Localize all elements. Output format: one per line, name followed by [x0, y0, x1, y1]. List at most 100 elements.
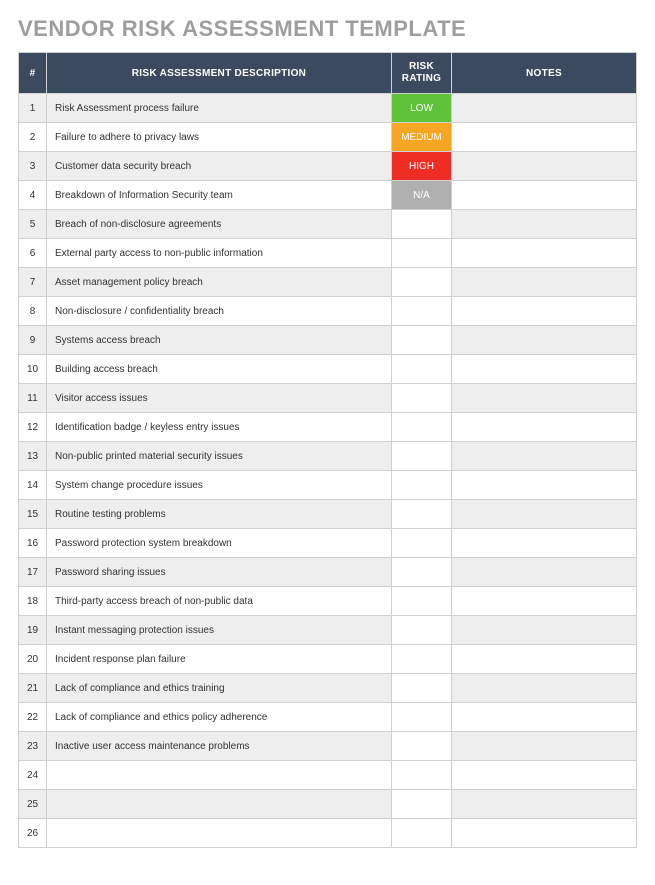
cell-notes — [452, 500, 637, 529]
cell-desc: Risk Assessment process failure — [47, 94, 392, 123]
cell-desc: Building access breach — [47, 355, 392, 384]
cell-rating — [392, 210, 452, 239]
cell-desc: Non-public printed material security iss… — [47, 442, 392, 471]
cell-num: 20 — [19, 645, 47, 674]
cell-desc: Visitor access issues — [47, 384, 392, 413]
cell-rating — [392, 645, 452, 674]
cell-num: 17 — [19, 558, 47, 587]
cell-notes — [452, 239, 637, 268]
table-row: 19Instant messaging protection issues — [19, 616, 637, 645]
cell-rating: MEDIUM — [392, 123, 452, 152]
cell-notes — [452, 761, 637, 790]
cell-notes — [452, 442, 637, 471]
cell-notes — [452, 529, 637, 558]
cell-num: 7 — [19, 268, 47, 297]
cell-num: 8 — [19, 297, 47, 326]
cell-num: 1 — [19, 94, 47, 123]
cell-num: 18 — [19, 587, 47, 616]
table-row: 12Identification badge / keyless entry i… — [19, 413, 637, 442]
cell-desc: Non-disclosure / confidentiality breach — [47, 297, 392, 326]
cell-rating — [392, 500, 452, 529]
cell-rating — [392, 819, 452, 848]
cell-num: 3 — [19, 152, 47, 181]
cell-desc: Incident response plan failure — [47, 645, 392, 674]
header-desc: RISK ASSESSMENT DESCRIPTION — [47, 53, 392, 94]
cell-desc: Instant messaging protection issues — [47, 616, 392, 645]
cell-num: 24 — [19, 761, 47, 790]
cell-notes — [452, 616, 637, 645]
table-row: 16Password protection system breakdown — [19, 529, 637, 558]
cell-desc: Inactive user access maintenance problem… — [47, 732, 392, 761]
table-row: 20Incident response plan failure — [19, 645, 637, 674]
table-row: 9Systems access breach — [19, 326, 637, 355]
cell-notes — [452, 587, 637, 616]
cell-notes — [452, 268, 637, 297]
cell-rating — [392, 326, 452, 355]
table-row: 17Password sharing issues — [19, 558, 637, 587]
table-row: 7Asset management policy breach — [19, 268, 637, 297]
cell-rating: N/A — [392, 181, 452, 210]
cell-notes — [452, 732, 637, 761]
cell-rating: HIGH — [392, 152, 452, 181]
cell-rating — [392, 529, 452, 558]
table-row: 1Risk Assessment process failureLOW — [19, 94, 637, 123]
table-row: 6External party access to non-public inf… — [19, 239, 637, 268]
cell-rating — [392, 268, 452, 297]
table-row: 4Breakdown of Information Security teamN… — [19, 181, 637, 210]
table-row: 25 — [19, 790, 637, 819]
table-row: 14System change procedure issues — [19, 471, 637, 500]
cell-rating — [392, 355, 452, 384]
cell-notes — [452, 703, 637, 732]
header-num: # — [19, 53, 47, 94]
cell-desc: Identification badge / keyless entry iss… — [47, 413, 392, 442]
header-rating: RISK RATING — [392, 53, 452, 94]
cell-rating — [392, 384, 452, 413]
header-row: # RISK ASSESSMENT DESCRIPTION RISK RATIN… — [19, 53, 637, 94]
cell-desc: External party access to non-public info… — [47, 239, 392, 268]
cell-num: 23 — [19, 732, 47, 761]
cell-desc: Breakdown of Information Security team — [47, 181, 392, 210]
cell-num: 26 — [19, 819, 47, 848]
table-row: 2Failure to adhere to privacy lawsMEDIUM — [19, 123, 637, 152]
cell-notes — [452, 384, 637, 413]
cell-rating — [392, 558, 452, 587]
cell-num: 11 — [19, 384, 47, 413]
table-row: 5Breach of non-disclosure agreements — [19, 210, 637, 239]
cell-desc: Lack of compliance and ethics training — [47, 674, 392, 703]
cell-desc: Systems access breach — [47, 326, 392, 355]
table-row: 15Routine testing problems — [19, 500, 637, 529]
cell-desc: Password protection system breakdown — [47, 529, 392, 558]
table-row: 3Customer data security breachHIGH — [19, 152, 637, 181]
cell-desc — [47, 761, 392, 790]
cell-rating — [392, 413, 452, 442]
cell-num: 15 — [19, 500, 47, 529]
cell-notes — [452, 181, 637, 210]
risk-assessment-table: # RISK ASSESSMENT DESCRIPTION RISK RATIN… — [18, 52, 637, 848]
table-row: 8Non-disclosure / confidentiality breach — [19, 297, 637, 326]
header-notes: NOTES — [452, 53, 637, 94]
cell-rating — [392, 442, 452, 471]
cell-desc: Breach of non-disclosure agreements — [47, 210, 392, 239]
cell-notes — [452, 326, 637, 355]
cell-desc — [47, 790, 392, 819]
table-row: 13Non-public printed material security i… — [19, 442, 637, 471]
cell-notes — [452, 355, 637, 384]
cell-desc: Customer data security breach — [47, 152, 392, 181]
cell-desc: Failure to adhere to privacy laws — [47, 123, 392, 152]
cell-num: 25 — [19, 790, 47, 819]
cell-notes — [452, 674, 637, 703]
cell-num: 13 — [19, 442, 47, 471]
table-row: 18Third-party access breach of non-publi… — [19, 587, 637, 616]
cell-num: 16 — [19, 529, 47, 558]
cell-desc: System change procedure issues — [47, 471, 392, 500]
cell-num: 21 — [19, 674, 47, 703]
cell-rating — [392, 239, 452, 268]
cell-num: 9 — [19, 326, 47, 355]
table-row: 26 — [19, 819, 637, 848]
cell-rating — [392, 732, 452, 761]
cell-num: 2 — [19, 123, 47, 152]
cell-rating — [392, 761, 452, 790]
cell-notes — [452, 123, 637, 152]
cell-num: 22 — [19, 703, 47, 732]
cell-rating: LOW — [392, 94, 452, 123]
